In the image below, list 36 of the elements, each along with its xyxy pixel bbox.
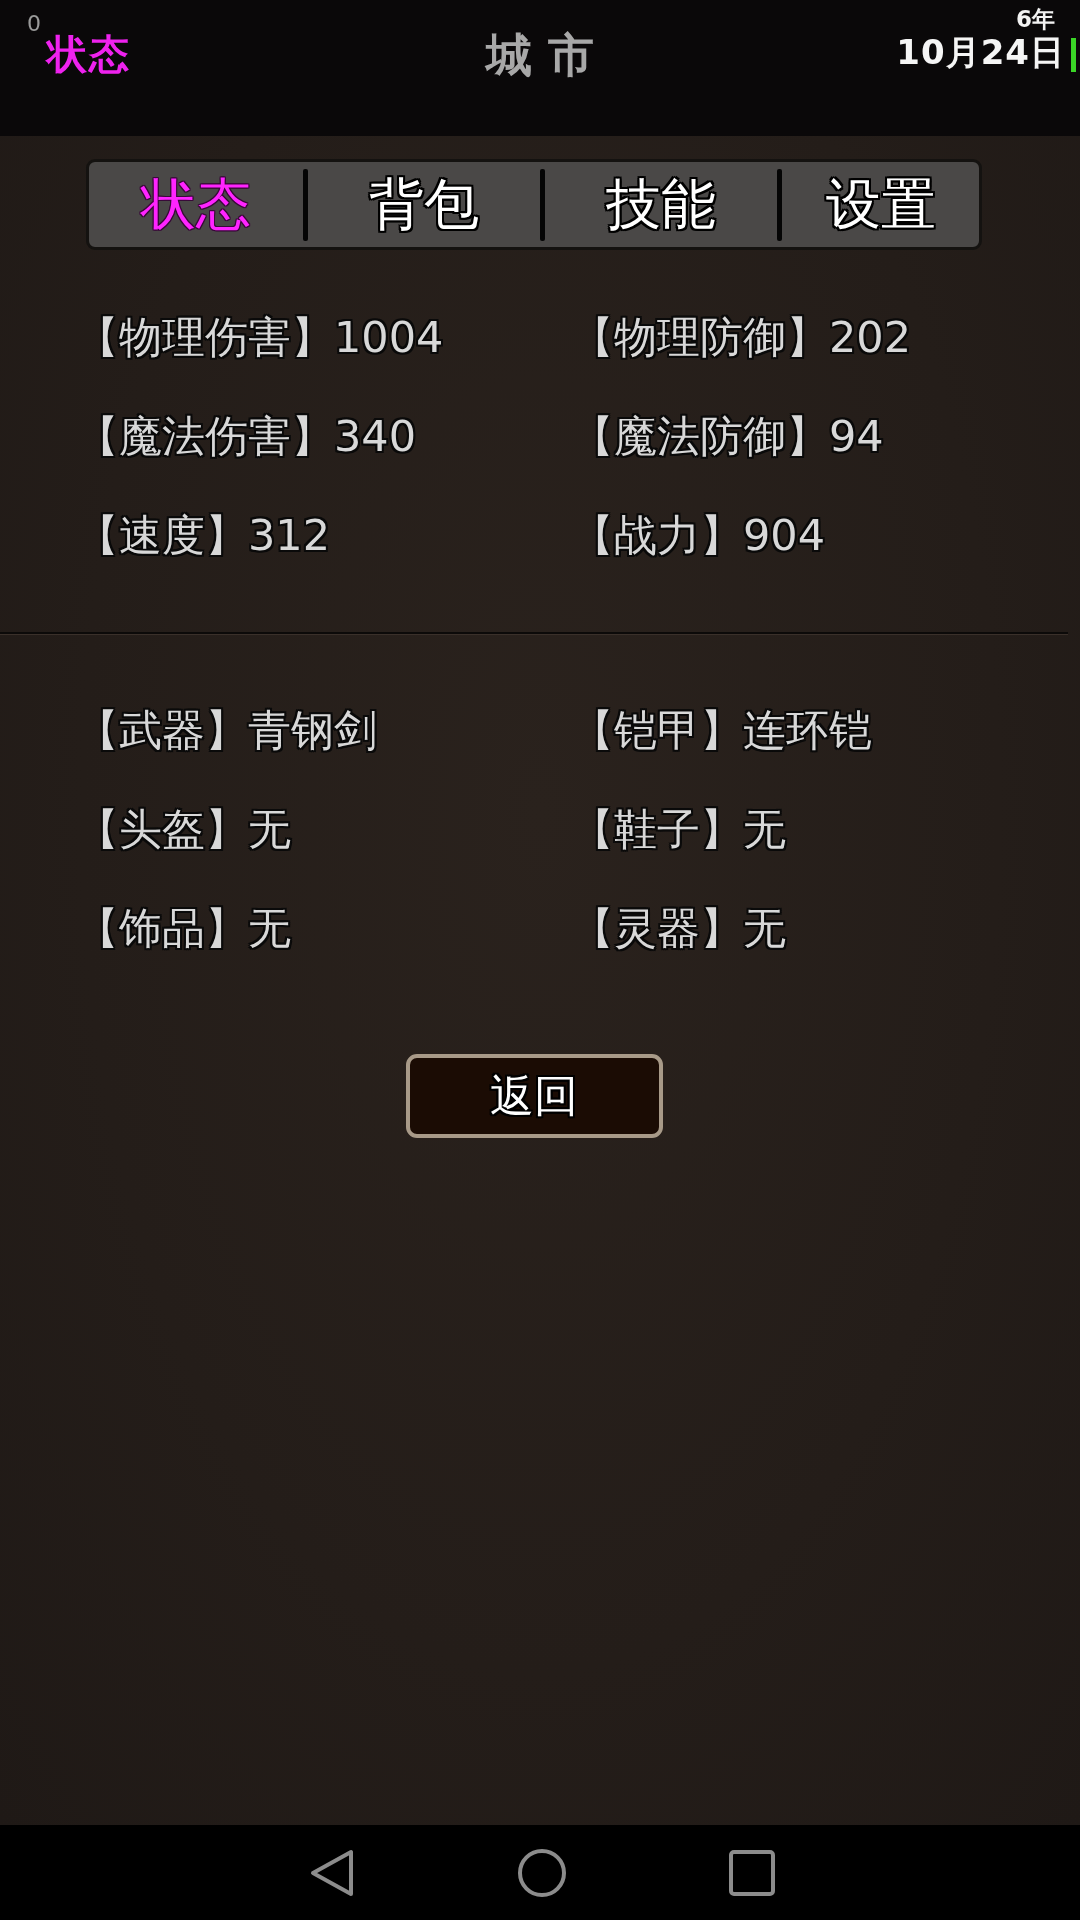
tab[interactable]: 技能	[545, 162, 777, 247]
slot-label: 【饰品】	[76, 902, 248, 953]
equipment-value: 无	[248, 902, 291, 953]
screen-label: 状态	[47, 32, 131, 76]
stat-value: 340	[334, 410, 417, 461]
stat-value: 312	[248, 509, 331, 560]
stat-value: 904	[743, 509, 826, 560]
back-button[interactable]: 返回	[405, 1054, 663, 1138]
stat-label: 【魔法伤害】	[76, 410, 334, 461]
counter-text: 0	[27, 12, 41, 36]
equipment-value: 青钢剑	[248, 704, 377, 755]
equipment-value: 连环铠	[743, 704, 872, 755]
stat-label: 【战力】	[571, 509, 743, 560]
stat-value: 1004	[334, 311, 444, 362]
tab[interactable]: 设置	[782, 162, 979, 247]
equipment-value: 无	[743, 902, 786, 953]
slot-label: 【头盔】	[76, 803, 248, 854]
equipment-value: 无	[743, 803, 786, 854]
stat-value: 202	[829, 311, 912, 362]
location-title: 城 市	[486, 30, 594, 80]
stat-label: 【速度】	[76, 509, 248, 560]
slot-label: 【灵器】	[571, 902, 743, 953]
year-text: 6年	[1016, 6, 1055, 32]
stat-label: 【物理伤害】	[76, 311, 334, 362]
home-icon[interactable]	[517, 1847, 567, 1898]
slot-label: 【铠甲】	[571, 704, 743, 755]
slot-label: 【鞋子】	[571, 803, 743, 854]
date-text: 10月24日	[896, 32, 1065, 72]
stat-label: 【物理防御】	[571, 311, 829, 362]
stat-value: 94	[829, 410, 884, 461]
stat-label: 【魔法防御】	[571, 410, 829, 461]
indicator-bar-icon	[1071, 38, 1076, 72]
equipment-value: 无	[248, 803, 291, 854]
tab[interactable]: 背包	[308, 162, 540, 247]
slot-label: 【武器】	[76, 704, 248, 755]
recents-icon[interactable]	[727, 1847, 777, 1898]
